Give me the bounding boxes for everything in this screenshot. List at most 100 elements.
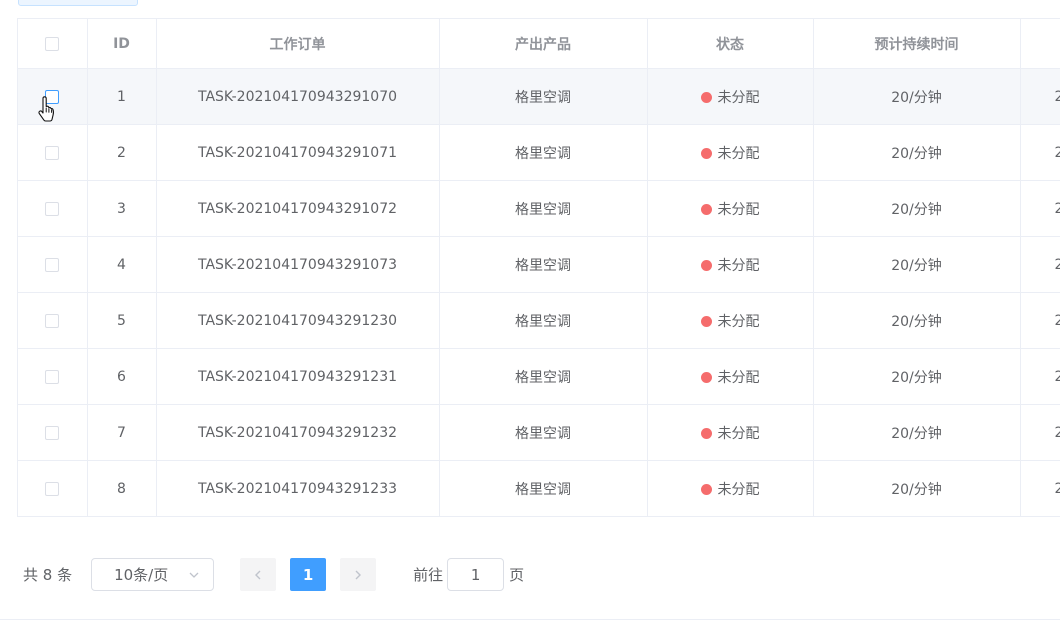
table-row[interactable]: 5TASK-202104170943291230格里空调 未分配 20/分钟2 xyxy=(18,292,1060,349)
header-order[interactable]: 工作订单 xyxy=(156,19,440,69)
next-page-button[interactable] xyxy=(340,558,377,591)
table-row[interactable]: 6TASK-202104170943291231格里空调 未分配 20/分钟2 xyxy=(18,348,1060,405)
row-select-cell[interactable] xyxy=(18,460,88,517)
total-count: 共 8 条 xyxy=(23,566,73,584)
cell-order: TASK-202104170943291072 xyxy=(156,180,440,237)
cell-extra: 2 xyxy=(1020,460,1060,517)
cell-duration: 20/分钟 xyxy=(813,460,1021,517)
row-checkbox[interactable] xyxy=(45,481,60,496)
row-checkbox[interactable] xyxy=(45,425,60,440)
table-row[interactable]: 2TASK-202104170943291071格里空调未分配20/分钟2 xyxy=(18,124,1060,181)
row-select-cell[interactable] xyxy=(18,68,88,125)
cell-duration: 20/分钟 xyxy=(813,236,1021,293)
status-dot-icon xyxy=(700,483,712,495)
header-extra[interactable] xyxy=(1020,19,1060,69)
header-product[interactable]: 产出产品 xyxy=(439,19,648,69)
row-select-cell[interactable] xyxy=(18,236,88,293)
status-dot-icon xyxy=(700,91,712,103)
table-row[interactable]: 1TASK-202104170943291070格里空调 未分配 20/分钟2 xyxy=(18,68,1060,125)
cell-id: 2 xyxy=(87,124,157,181)
top-action-button[interactable] xyxy=(18,0,138,6)
status-text: 未分配 xyxy=(717,313,760,330)
header-id[interactable]: ID xyxy=(87,19,157,69)
status-text: 未分配 xyxy=(717,201,760,218)
row-checkbox[interactable] xyxy=(45,89,60,104)
divider xyxy=(0,619,1060,620)
cell-id: 5 xyxy=(87,292,157,349)
page-size-select[interactable]: 10条/页 xyxy=(91,558,215,591)
pagination: 共 8 条 10条/页 1 前往 页 xyxy=(23,557,524,592)
cell-status: 未分配 xyxy=(647,404,814,461)
cell-status: 未分配 xyxy=(647,236,814,293)
row-checkbox[interactable] xyxy=(45,369,60,384)
cell-extra: 2 xyxy=(1020,68,1060,125)
header-select-all[interactable] xyxy=(18,19,88,69)
status-text: 未分配 xyxy=(717,89,760,106)
row-select-cell[interactable] xyxy=(18,348,88,405)
cell-duration: 20/分钟 xyxy=(813,180,1021,237)
status-dot-icon xyxy=(700,315,712,327)
prev-page-button[interactable] xyxy=(240,558,277,591)
cell-product: 格里空调 xyxy=(439,460,648,517)
cell-order: TASK-202104170943291071 xyxy=(156,124,440,181)
cell-id: 4 xyxy=(87,236,157,293)
cell-id: 1 xyxy=(87,68,157,125)
header-duration[interactable]: 预计持续时间 xyxy=(813,19,1021,69)
cell-id: 7 xyxy=(87,404,157,461)
select-all-checkbox[interactable] xyxy=(45,36,60,51)
cell-product: 格里空调 xyxy=(439,404,648,461)
status-text: 未分配 xyxy=(717,481,760,498)
status-text: 未分配 xyxy=(717,369,760,386)
status-dot-icon xyxy=(700,371,712,383)
cell-status: 未分配 xyxy=(647,124,814,181)
cell-status: 未分配 xyxy=(647,292,814,349)
cell-order: TASK-202104170943291073 xyxy=(156,236,440,293)
cell-duration: 20/分钟 xyxy=(813,124,1021,181)
cell-extra: 2 xyxy=(1020,404,1060,461)
row-checkbox[interactable] xyxy=(45,257,60,272)
cell-extra: 2 xyxy=(1020,236,1060,293)
row-select-cell[interactable] xyxy=(18,404,88,461)
cell-status: 未分配 xyxy=(647,180,814,237)
row-checkbox[interactable] xyxy=(45,145,60,160)
goto-label: 前往 xyxy=(413,566,444,584)
cell-order: TASK-202104170943291231 xyxy=(156,348,440,405)
cell-extra: 2 xyxy=(1020,180,1060,237)
row-select-cell[interactable] xyxy=(18,292,88,349)
chevron-right-icon xyxy=(355,570,362,579)
cell-status: 未分配 xyxy=(647,348,814,405)
cell-id: 3 xyxy=(87,180,157,237)
task-table: ID 工作订单 产出产品 状态 预计持续时间 1 TASK-20210417094… xyxy=(17,18,1060,517)
table-row[interactable]: 3TASK-202104170943291072格里空调 未分配 20/分钟2 xyxy=(18,180,1060,237)
status-text: 未分配 xyxy=(717,425,760,442)
cell-extra: 2 xyxy=(1020,292,1060,349)
table-row[interactable]: 4TASK-202104170943291073格里空调 未分配 20/分钟2 xyxy=(18,236,1060,293)
table-row[interactable]: 7TASK-202104170943291232格里空调 未分配 20/分钟2 xyxy=(18,404,1060,461)
status-dot-icon xyxy=(700,203,712,215)
row-select-cell[interactable] xyxy=(18,124,88,181)
cell-duration: 20/分钟 xyxy=(813,404,1021,461)
cell-duration: 20/分钟 xyxy=(813,68,1021,125)
cell-product: 格里空调 xyxy=(439,292,648,349)
cell-product: 格里空调 xyxy=(439,124,648,181)
status-text: 未分配 xyxy=(717,257,760,274)
row-checkbox[interactable] xyxy=(45,313,60,328)
cell-duration: 20/分钟 xyxy=(813,348,1021,405)
status-dot-icon xyxy=(700,259,712,271)
status-dot-icon xyxy=(700,147,712,159)
cell-status: 未分配 xyxy=(647,460,814,517)
cell-product: 格里空调 xyxy=(439,180,648,237)
page-number-current[interactable]: 1 xyxy=(290,558,327,591)
cell-order: TASK-202104170943291232 xyxy=(156,404,440,461)
cell-order: TASK-202104170943291230 xyxy=(156,292,440,349)
cell-id: 8 xyxy=(87,460,157,517)
goto-page-input[interactable] xyxy=(447,558,505,591)
chevron-down-icon xyxy=(189,572,199,578)
row-select-cell[interactable] xyxy=(18,180,88,237)
row-checkbox[interactable] xyxy=(45,201,60,216)
status-text: 未分配 xyxy=(717,145,760,162)
header-status[interactable]: 状态 xyxy=(647,19,814,69)
table-header-row: ID 工作订单 产出产品 状态 预计持续时间 xyxy=(18,19,1060,69)
page-size-value: 10条/页 xyxy=(114,566,169,584)
table-row[interactable]: 8TASK-202104170943291233格里空调 未分配 20/分钟2 xyxy=(18,460,1060,517)
